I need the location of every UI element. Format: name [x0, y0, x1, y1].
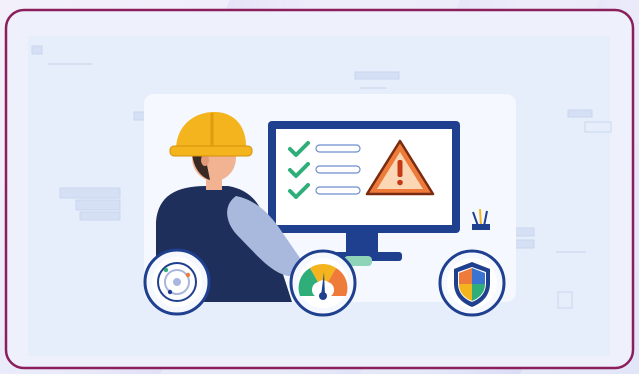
monitor-neck [346, 233, 378, 253]
radar-icon [143, 248, 211, 316]
checklist-line [315, 186, 361, 195]
shield-icon [438, 249, 506, 317]
gauge-icon [289, 249, 357, 317]
checklist-line [315, 144, 361, 153]
monitor-screen [276, 129, 452, 225]
checklist-line [315, 165, 361, 174]
illustration [0, 0, 639, 374]
hard-hat-brim [169, 145, 253, 157]
